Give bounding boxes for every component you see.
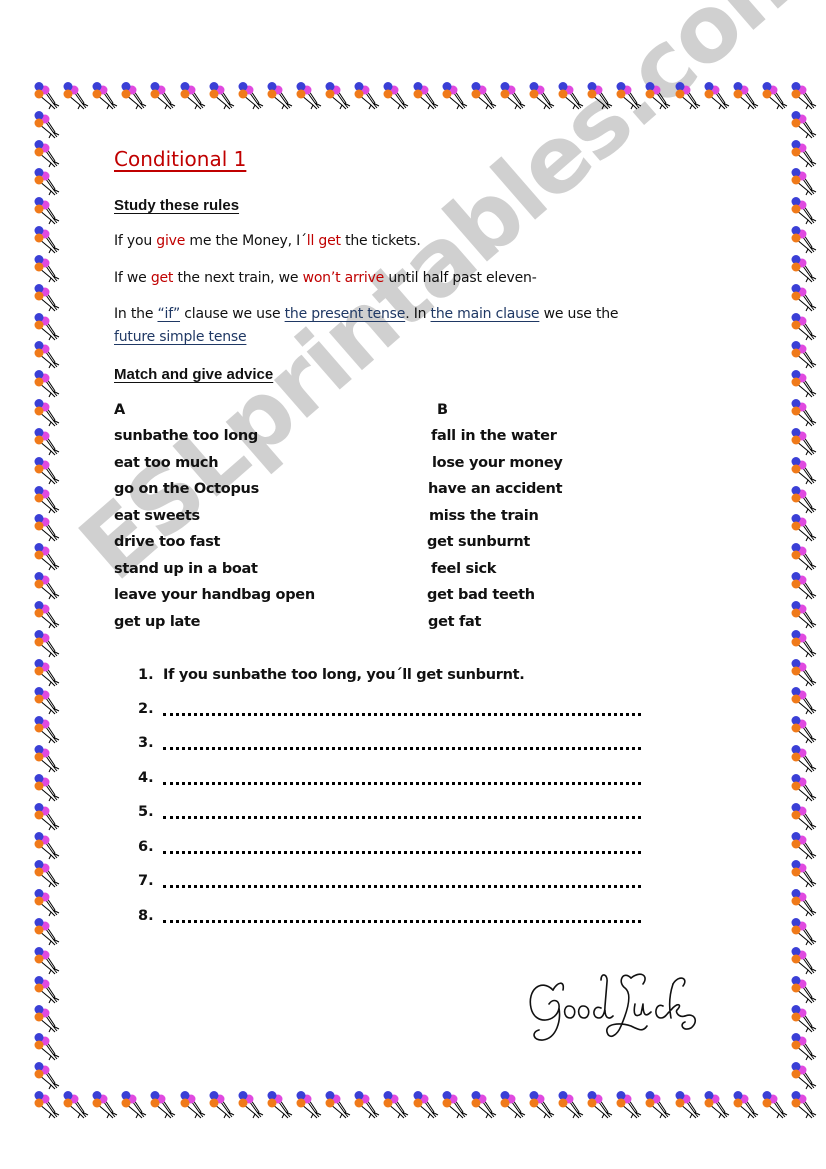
exercise-number: 7. [138,873,154,889]
underlined-term: the present tense [284,306,406,322]
column-b-item: fall in the water [431,428,557,444]
sentence-text: . In [405,306,431,322]
highlighted-verb: ll get [306,233,341,249]
answer-blank-line[interactable] [163,713,641,716]
column-a-item: drive too fast [114,534,221,550]
column-a-item: stand up in a boat [114,561,258,577]
answer-blank-line[interactable] [163,920,641,923]
answer-blank-line[interactable] [163,782,641,785]
sentence-text: me the Money, I´ [185,233,307,249]
column-a-item: get up late [114,614,201,630]
example-sentence-1: If you give me the Money, I´ll get the t… [114,233,421,249]
worksheet-page: ESLprintables.com Conditional 1 Study th… [0,0,826,1169]
sentence-text: until half past eleven- [384,270,537,286]
underlined-term: future simple tense [114,329,247,345]
underlined-term: the main clause [430,306,540,322]
sentence-text: If you [114,233,157,249]
exercise-number: 4. [138,770,154,786]
column-b-item: get fat [428,614,482,630]
sentence-text: clause we use [180,306,285,322]
match-heading: Match and give advice [114,366,274,383]
study-heading: Study these rules [114,197,240,214]
worksheet-content: Conditional 1 Study these rules If you g… [0,0,826,1169]
good-luck-image: Good Luck [529,973,697,1041]
example-sentence-2: If we get the next train, we won’t arriv… [114,270,537,286]
exercise-number: 6. [138,839,154,855]
answer-blank-line[interactable] [163,885,641,888]
answer-blank-line[interactable] [163,851,641,854]
column-b-item: lose your money [432,455,563,471]
sentence-text: In the [114,306,158,322]
sentence-text: we use the [539,306,619,322]
underlined-term: “if” [157,306,181,322]
highlighted-verb: won’t arrive [302,270,385,286]
column-a-item: eat too much [114,455,219,471]
exercise-number: 8. [138,908,154,924]
exercise-number: 5. [138,804,154,820]
sentence-text: the next train, we [173,270,303,286]
column-a-item: leave your handbag open [114,587,315,603]
rule-line-2: future simple tense [114,329,247,345]
column-b-item: feel sick [431,561,497,577]
exercise-number: 1. [138,667,154,683]
exercise-number: 3. [138,735,154,751]
column-b-item: miss the train [429,508,539,524]
column-b-item: get sunburnt [427,534,530,550]
rule-line-1: In the “if” clause we use the present te… [114,306,619,322]
column-a-header: A [114,402,125,418]
highlighted-verb: get [150,270,174,286]
answer-blank-line[interactable] [163,747,641,750]
sentence-text: If we [114,270,151,286]
column-a-item: eat sweets [114,508,200,524]
answer-blank-line[interactable] [163,816,641,819]
exercise-example-answer: If you sunbathe too long, you´ll get sun… [163,667,525,683]
column-a-item: go on the Octopus [114,481,259,497]
column-b-item: have an accident [428,481,563,497]
page-title: Conditional 1 [114,147,247,171]
column-b-item: get bad teeth [427,587,535,603]
exercise-number: 2. [138,701,154,717]
column-b-header: B [437,402,448,418]
sentence-text: the tickets. [340,233,421,249]
column-a-item: sunbathe too long [114,428,259,444]
highlighted-verb: give [156,233,186,249]
